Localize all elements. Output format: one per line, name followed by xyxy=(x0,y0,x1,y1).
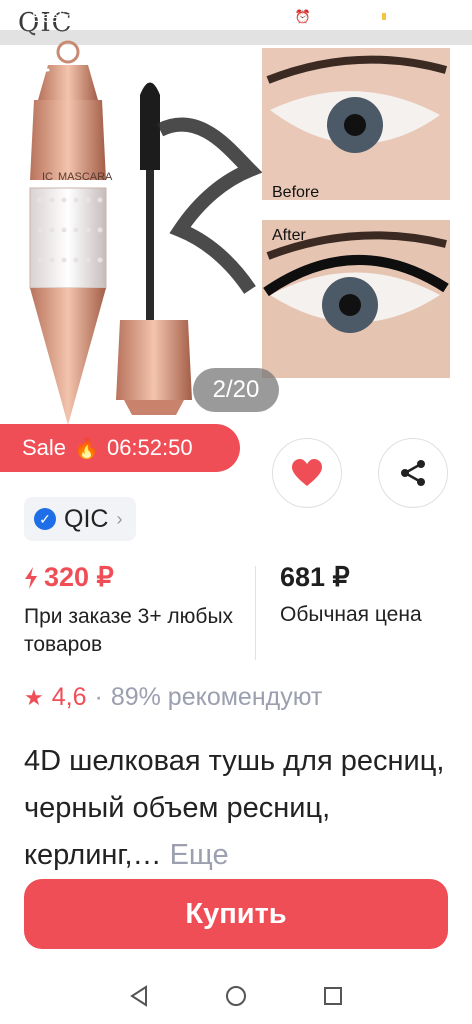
wifi-icon: ◠ xyxy=(318,9,331,24)
svg-text:IC: IC xyxy=(42,171,53,183)
alarm-icon: ⏰ xyxy=(294,9,311,24)
back-button[interactable] xyxy=(22,55,62,91)
nfc-icon: ◙ xyxy=(278,9,287,25)
sale-price-block: 320 ₽ При заказе 3+ любых товаров xyxy=(24,562,254,659)
mascara-brand-label: IC MASCARA xyxy=(42,171,113,183)
star-icon: ★ xyxy=(24,684,44,710)
before-label: Before xyxy=(272,184,319,201)
favorite-button[interactable] xyxy=(272,438,342,508)
sale-timer: 06:52:50 xyxy=(106,435,193,460)
lightning-icon xyxy=(25,566,37,589)
store-link[interactable]: ✓ QIC › xyxy=(24,497,137,541)
triangle-back-icon xyxy=(129,985,147,1007)
product-image-gallery[interactable]: QIC IC MASCARA Before After 2/20 xyxy=(0,0,472,440)
mascara-label: MASCARA xyxy=(58,171,113,183)
signal-icon: ▂▄▆ xyxy=(90,9,120,24)
chevron-right-icon: › xyxy=(116,508,123,529)
sale-banner: Sale 🔥 06:52:50 xyxy=(0,424,240,472)
price-divider xyxy=(255,566,256,660)
sale-price: 320 ₽ xyxy=(44,562,114,592)
recommend-percent: 89% рекомендуют xyxy=(110,683,323,711)
heart-icon xyxy=(292,459,322,486)
regular-price-note: Обычная цена xyxy=(280,603,422,626)
square-recents-icon xyxy=(324,987,343,1005)
fire-icon: 🔥 xyxy=(74,437,99,460)
after-label: After xyxy=(272,227,306,244)
clock: 17:07 xyxy=(412,8,450,26)
regular-price: 681 ₽ xyxy=(280,562,350,592)
verified-check-icon: ✓ xyxy=(34,508,56,530)
nav-home-button[interactable] xyxy=(216,976,256,1016)
regular-price-block: 681 ₽ Обычная цена xyxy=(280,562,460,627)
nav-back-button[interactable] xyxy=(119,976,159,1016)
rating-separator: · xyxy=(94,683,103,711)
battery-icon xyxy=(380,11,405,23)
notification-icon: ✈ xyxy=(211,9,223,24)
store-name: QIC xyxy=(64,504,109,533)
carrier-label: Beeline xyxy=(32,8,83,26)
sale-price-note: При заказе 3+ любых товаров xyxy=(24,605,234,656)
circle-home-icon xyxy=(225,986,246,1006)
network-type-label: 4G xyxy=(127,9,145,25)
show-more-link[interactable]: Еще xyxy=(170,839,229,871)
nav-recents-button[interactable] xyxy=(313,976,353,1016)
arrow-left-icon xyxy=(25,59,50,81)
rating-row[interactable]: ★ 4,6 · 89% рекомендуют xyxy=(24,683,322,712)
battery-percent: 16 % xyxy=(338,8,373,26)
share-button[interactable] xyxy=(378,438,448,508)
image-counter: 2/20 xyxy=(193,368,279,412)
sale-label: Sale xyxy=(22,435,67,460)
product-title-text: 4D шелковая тушь для ресниц, черный объе… xyxy=(24,745,445,871)
system-nav-bar xyxy=(0,968,472,1024)
rating-value: 4,6 xyxy=(51,683,87,711)
product-title: 4D шелковая тушь для ресниц, черный объе… xyxy=(24,738,448,879)
status-bar: Beeline ▂▄▆ 4G 28,3B/s ✈ ◙ ⏰ ◠ 16 % 17:0… xyxy=(0,0,472,34)
share-icon xyxy=(401,460,425,486)
buy-button[interactable]: Купить xyxy=(24,879,448,949)
network-speed: 28,3B/s xyxy=(152,8,204,26)
